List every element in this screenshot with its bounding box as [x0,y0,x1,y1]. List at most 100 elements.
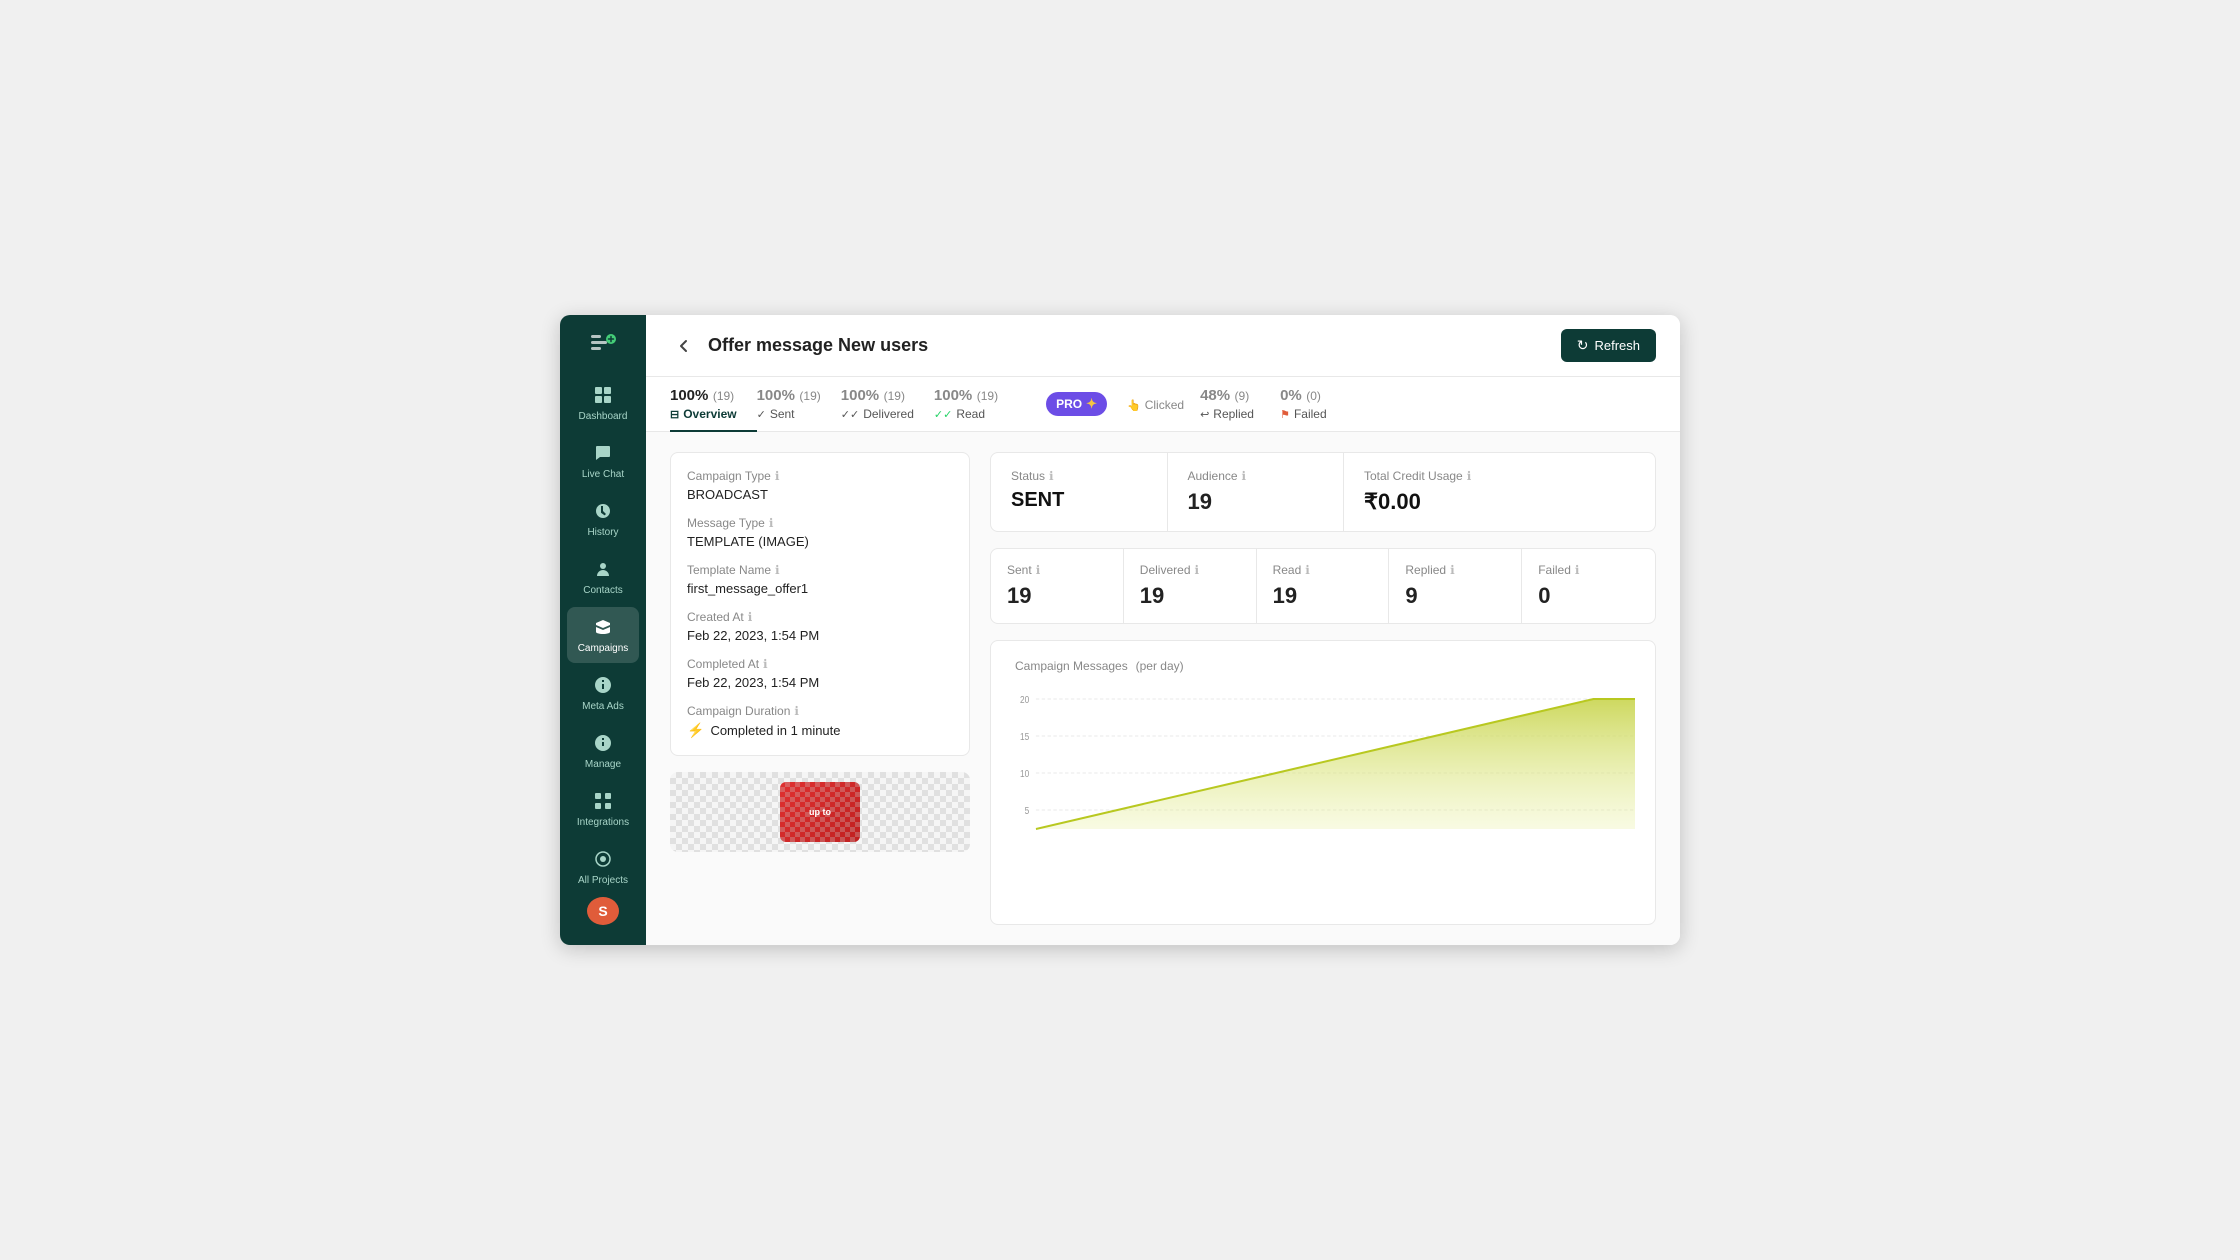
tab-count: (9) [1235,389,1250,403]
info-icon: ℹ [775,563,780,577]
delivered-value: 19 [1140,583,1240,609]
info-icon: ℹ [1450,563,1455,577]
tab-count: (0) [1306,389,1321,403]
tab-percent: 0% [1280,387,1302,404]
credit-stat: Total Credit Usage ℹ ₹0.00 [1344,453,1655,531]
sidebar-item-label: Contacts [583,585,622,597]
info-icon: ℹ [1195,563,1200,577]
refresh-icon: ↻ [1577,337,1589,354]
page-title: Offer message New users [708,335,928,356]
read-stat: Read ℹ 19 [1257,549,1390,623]
delivered-stat: Delivered ℹ 19 [1124,549,1257,623]
all-projects-icon [591,847,615,871]
info-icon: ℹ [1036,563,1041,577]
message-type-field: Message Type ℹ TEMPLATE (IMAGE) [687,516,953,549]
campaign-type-field: Campaign Type ℹ BROADCAST [687,469,953,502]
tab-sent[interactable]: 100% (19) ✓ Sent [757,377,841,431]
info-icon: ℹ [1242,469,1247,483]
audience-stat: Audience ℹ 19 [1168,453,1345,531]
info-icon: ℹ [1575,563,1580,577]
info-icon: ℹ [1467,469,1472,483]
tab-count: (19) [884,389,905,403]
completed-at-value: Feb 22, 2023, 1:54 PM [687,675,953,690]
campaign-info-panel: Campaign Type ℹ BROADCAST Message Type ℹ… [670,452,970,925]
sidebar-item-label: Meta Ads [582,701,624,713]
campaign-type-value: BROADCAST [687,487,953,502]
top-stats-row: Status ℹ SENT Audience ℹ 19 [990,452,1656,532]
sidebar-item-label: Campaigns [578,643,629,655]
sidebar-item-integrations[interactable]: Integrations [567,781,639,837]
sidebar-item-label: Dashboard [579,411,628,423]
sidebar-item-manage[interactable]: Manage [567,723,639,779]
failed-value: 0 [1538,583,1639,609]
tab-count: (19) [977,389,998,403]
tab-count: (19) [713,389,734,403]
svg-text:15: 15 [1020,731,1029,742]
tab-bar: 100% (19) ⊟ Overview 100% (19) ✓ Sent [646,377,1680,432]
audience-value: 19 [1188,489,1324,515]
meta-ads-icon [591,673,615,697]
duration-field: Campaign Duration ℹ ⚡ Completed in 1 min… [687,704,953,739]
tab-read[interactable]: 100% (19) ✓✓ Read [934,377,1018,431]
chart-title: Campaign Messages (per day) [1011,657,1635,673]
app-logo [585,327,621,359]
tab-percent: 100% [757,387,795,404]
template-name-value: first_message_offer1 [687,581,953,596]
contacts-icon [591,557,615,581]
bolt-icon: ⚡ [687,722,704,739]
sent-stat: Sent ℹ 19 [991,549,1124,623]
completed-at-field: Completed At ℹ Feb 22, 2023, 1:54 PM [687,657,953,690]
sidebar-item-all-projects[interactable]: All Projects [567,839,639,895]
campaign-details-card: Campaign Type ℹ BROADCAST Message Type ℹ… [670,452,970,756]
content-area: Campaign Type ℹ BROADCAST Message Type ℹ… [646,432,1680,945]
status-value: SENT [1011,489,1147,512]
offer-preview-image: up to [780,782,860,842]
sidebar-item-label: History [587,527,618,539]
read-icon: ✓✓ [934,408,952,421]
header-left: Offer message New users [670,332,928,360]
refresh-button[interactable]: ↻ Refresh [1561,329,1656,362]
info-icon: ℹ [794,704,799,718]
user-avatar[interactable]: S [587,897,619,925]
replied-stat: Replied ℹ 9 [1389,549,1522,623]
info-icon: ℹ [748,610,753,624]
chart-card: Campaign Messages (per day) 20 15 [990,640,1656,925]
sidebar-item-live-chat[interactable]: Live Chat [567,433,639,489]
tab-delivered[interactable]: 100% (19) ✓✓ Delivered [841,377,934,431]
replied-icon: ↩ [1200,408,1209,421]
stats-panel: Status ℹ SENT Audience ℹ 19 [990,452,1656,925]
chart-area: 20 15 10 5 [1011,689,1635,839]
sent-icon: ✓ [757,408,766,421]
sidebar-item-label: Manage [585,759,621,771]
tab-percent: 100% [934,387,972,404]
tab-percent: 100% [670,387,708,404]
sidebar-item-dashboard[interactable]: Dashboard [567,375,639,431]
sidebar-item-label: Integrations [577,817,629,829]
sidebar-item-label: All Projects [578,875,628,887]
svg-text:20: 20 [1020,694,1029,705]
sidebar-item-campaigns[interactable]: Campaigns [567,607,639,663]
chart-svg: 20 15 10 5 [1011,689,1635,839]
sidebar-item-contacts[interactable]: Contacts [567,549,639,605]
back-button[interactable] [670,332,698,360]
sidebar-item-meta-ads[interactable]: Meta Ads [567,665,639,721]
sidebar: Dashboard Live Chat History [560,315,646,945]
credit-value: ₹0.00 [1364,489,1635,515]
history-icon [591,499,615,523]
created-at-value: Feb 22, 2023, 1:54 PM [687,628,953,643]
tab-overview[interactable]: 100% (19) ⊟ Overview [670,377,757,431]
tab-failed[interactable]: 0% (0) ⚑ Failed [1280,377,1360,431]
tab-replied[interactable]: 48% (9) ↩ Replied [1200,377,1280,431]
template-name-field: Template Name ℹ first_message_offer1 [687,563,953,596]
campaigns-icon [591,615,615,639]
sidebar-item-history[interactable]: History [567,491,639,547]
duration-value: ⚡ Completed in 1 minute [687,722,953,739]
replied-value: 9 [1405,583,1505,609]
info-icon: ℹ [769,516,774,530]
live-chat-icon [591,441,615,465]
tab-count: (19) [799,389,820,403]
bottom-stats-row: Sent ℹ 19 Delivered ℹ 19 [990,548,1656,624]
svg-text:5: 5 [1025,805,1030,816]
tab-clicked[interactable]: PRO ✦ 👆 Clicked [1018,382,1200,426]
main-content: Offer message New users ↻ Refresh 100% (… [646,315,1680,945]
